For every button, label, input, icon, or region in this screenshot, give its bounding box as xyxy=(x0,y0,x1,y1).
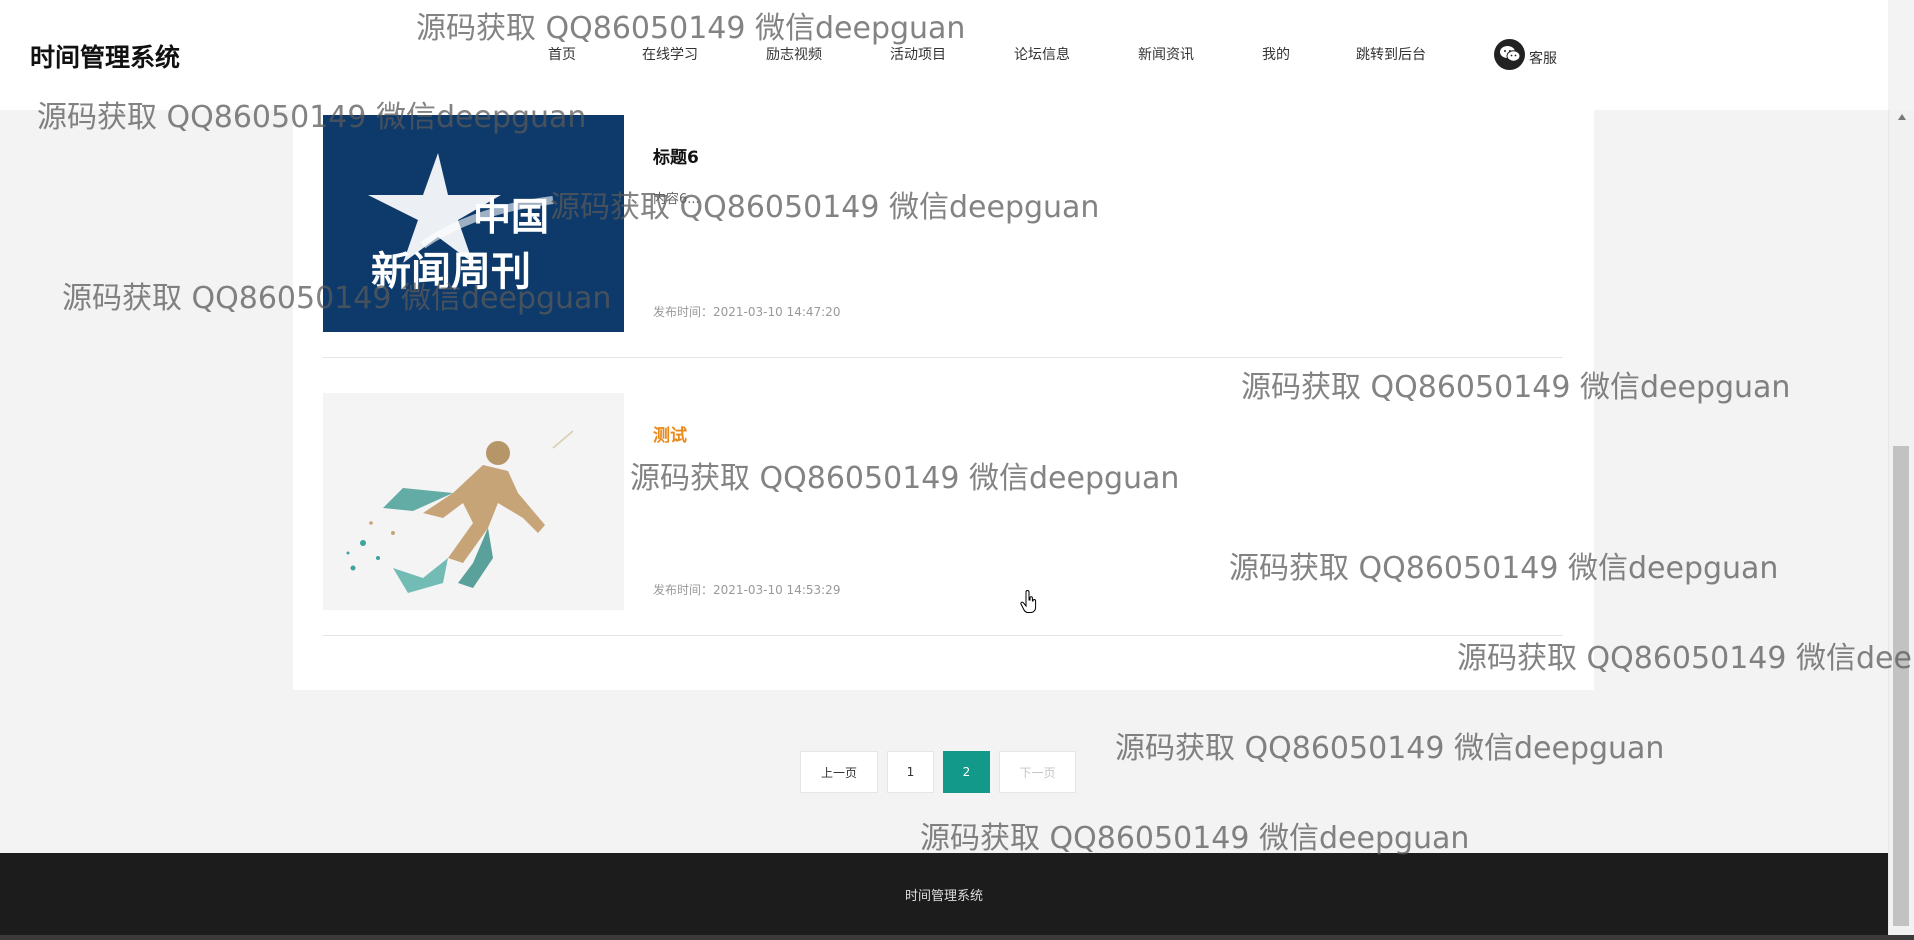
scrollbar-thumb[interactable] xyxy=(1893,446,1909,926)
nav-item-mine[interactable]: 我的 xyxy=(1262,44,1290,64)
nav-item-admin[interactable]: 跳转到后台 xyxy=(1356,44,1426,64)
nav-item-forum[interactable]: 论坛信息 xyxy=(1014,44,1070,64)
hand-cursor-icon xyxy=(1020,589,1038,618)
nav-item-home[interactable]: 首页 xyxy=(548,44,576,64)
vertical-scrollbar[interactable] xyxy=(1888,110,1914,935)
footer-text: 时间管理系统 xyxy=(904,888,983,904)
window-bottom-edge xyxy=(0,935,1914,940)
magazine-logo-line1: 中国 xyxy=(473,195,549,239)
nav-item-online-learning[interactable]: 在线学习 xyxy=(642,44,698,64)
news-item[interactable]: 中国 新闻周刊 标题6 内容6... 发布时间：2021-03-10 14:47… xyxy=(323,110,1563,358)
watermark: 源码获取 QQ86050149 微信deepguan xyxy=(1115,731,1665,766)
news-list-card: 中国 新闻周刊 标题6 内容6... 发布时间：2021-03-10 14:47… xyxy=(293,110,1594,690)
page-button-2[interactable]: 2 xyxy=(943,751,990,793)
news-thumbnail[interactable]: 中国 新闻周刊 xyxy=(323,115,624,332)
wechat-icon xyxy=(1494,38,1525,70)
news-publish-time: 发布时间：2021-03-10 14:53:29 xyxy=(653,583,841,597)
customer-service-link[interactable]: 客服 xyxy=(1494,38,1557,70)
footer: 时间管理系统 xyxy=(0,853,1888,935)
news-title[interactable]: 标题6 xyxy=(653,143,699,168)
news-thumbnail[interactable] xyxy=(323,393,624,610)
nav-item-videos[interactable]: 励志视频 xyxy=(766,44,822,64)
magazine-logo-line2: 新闻周刊 xyxy=(371,249,531,295)
nav-item-news[interactable]: 新闻资讯 xyxy=(1138,44,1194,64)
news-summary: 内容6... xyxy=(653,192,700,207)
news-item[interactable]: 测试 发布时间：2021-03-10 14:53:29 xyxy=(323,388,1563,636)
site-brand[interactable]: 时间管理系统 xyxy=(30,38,180,74)
watermark: 源码获取 QQ86050149 微信deepguan xyxy=(920,821,1470,856)
news-publish-time: 发布时间：2021-03-10 14:47:20 xyxy=(653,305,841,319)
prev-page-button[interactable]: 上一页 xyxy=(800,751,878,793)
pagination: 上一页 1 2 下一页 xyxy=(800,751,1076,793)
next-page-button[interactable]: 下一页 xyxy=(999,751,1076,793)
customer-service-label: 客服 xyxy=(1529,51,1557,67)
top-navbar: 时间管理系统 首页 在线学习 励志视频 活动项目 论坛信息 新闻资讯 我的 跳转… xyxy=(0,0,1888,110)
page-button-1[interactable]: 1 xyxy=(887,751,934,793)
scroll-up-arrow-icon[interactable] xyxy=(1898,114,1906,120)
news-title[interactable]: 测试 xyxy=(653,421,687,446)
nav-item-activities[interactable]: 活动项目 xyxy=(890,44,946,64)
